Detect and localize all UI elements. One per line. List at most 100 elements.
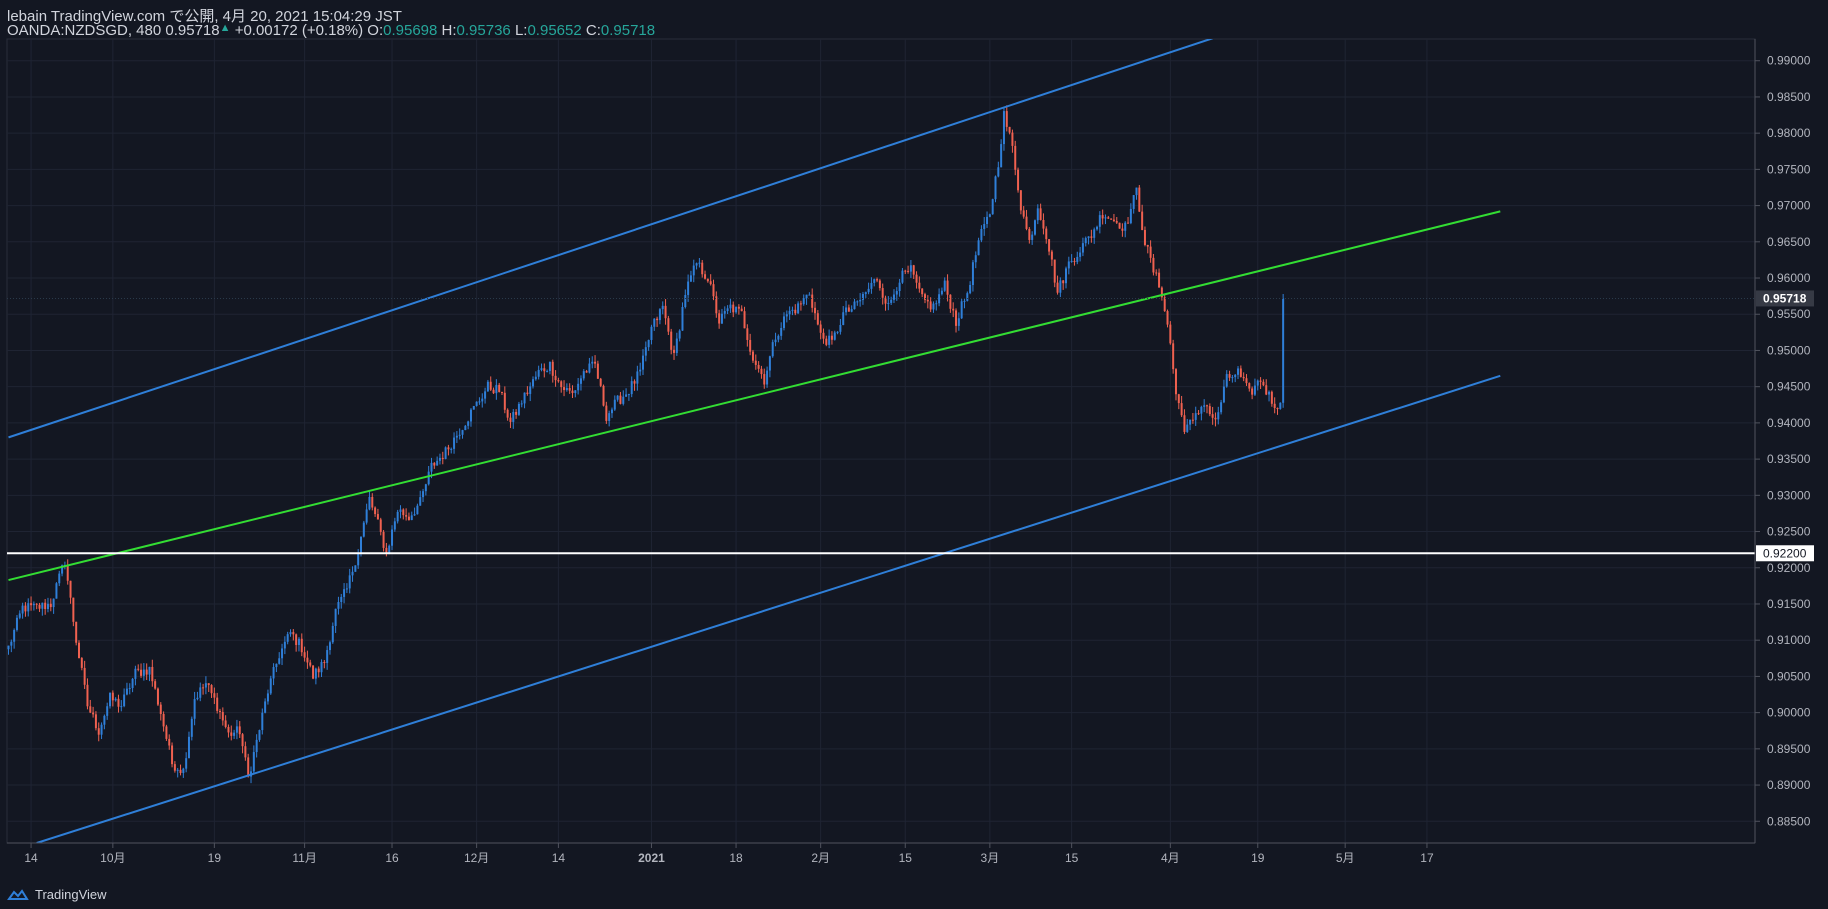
candle-body <box>182 768 185 774</box>
candle-body <box>1174 369 1177 395</box>
candle-body <box>1270 391 1273 404</box>
candle-body <box>1033 220 1036 235</box>
candle-body <box>187 736 190 759</box>
x-tick-label: 10月 <box>100 851 125 865</box>
candle-body <box>969 284 972 294</box>
candle-body <box>151 666 154 682</box>
candle-body <box>176 769 179 771</box>
candle-body <box>689 275 692 282</box>
candle-body <box>777 335 780 340</box>
candle-body <box>932 303 935 310</box>
price-chart[interactable]: 0.99000 0.98500 0.98000 0.97500 0.97000 0.965… <box>0 0 1828 909</box>
candle-body <box>244 746 247 758</box>
candle-body <box>579 378 582 384</box>
candle-body <box>599 378 602 386</box>
candle-body <box>255 739 258 753</box>
tradingview-logo-icon <box>7 888 29 900</box>
drawing-lines[interactable] <box>7 38 1755 843</box>
candle-body <box>117 698 120 707</box>
candle-body <box>354 565 357 572</box>
candle-body <box>427 471 430 485</box>
candle-body <box>720 313 723 324</box>
candle-body <box>1050 251 1053 260</box>
candle-body <box>168 738 171 746</box>
candle-body <box>1112 219 1115 221</box>
candle-body <box>828 335 831 345</box>
candle-body <box>890 299 893 303</box>
candle-body <box>399 509 402 512</box>
y-tick-label: 0.91000 <box>1767 633 1811 647</box>
candle-body <box>1110 218 1113 220</box>
candle-body <box>424 484 427 492</box>
candle-body <box>881 288 884 298</box>
candle-body <box>30 603 33 606</box>
candle-body <box>1172 343 1175 370</box>
candle-body <box>642 355 644 370</box>
plot-frame <box>6 38 1756 844</box>
candle-body <box>312 665 315 679</box>
candle-body <box>523 392 526 404</box>
candle-body <box>847 307 850 312</box>
candle-body <box>915 274 918 283</box>
candle-body <box>878 280 881 289</box>
candle-body <box>633 381 636 384</box>
candle-body <box>977 240 980 256</box>
candle-body <box>924 294 926 300</box>
x-tick-label: 3月 <box>981 851 1000 865</box>
candle-body <box>145 669 148 675</box>
candle-body <box>1107 217 1110 219</box>
candle-body <box>210 685 213 694</box>
candle-body <box>455 435 458 438</box>
candle-body <box>75 621 78 643</box>
candle-body <box>526 392 529 394</box>
candle-body <box>1076 256 1079 262</box>
candle-body <box>44 602 47 609</box>
candle-body <box>391 529 394 546</box>
candle-body <box>876 279 879 281</box>
candle-body <box>1098 215 1101 227</box>
candle-body <box>422 491 425 498</box>
candle-body <box>317 668 320 673</box>
candle-body <box>379 519 382 532</box>
candle-body <box>1220 402 1223 413</box>
lower-channel-trendline <box>36 374 1501 843</box>
x-tick-label: 19 <box>1251 851 1265 865</box>
candle-body <box>729 304 732 309</box>
candle-body <box>909 265 912 272</box>
candle-body <box>1135 187 1138 196</box>
candle-body <box>938 294 941 304</box>
candle-body <box>444 447 447 459</box>
candle-body <box>760 368 763 375</box>
candle-body <box>647 339 650 348</box>
candle-body <box>613 399 616 410</box>
candle-body <box>230 732 233 736</box>
candle-body <box>1248 383 1251 389</box>
candle-body <box>7 645 10 650</box>
candle-body <box>252 752 255 772</box>
candle-body <box>785 314 788 317</box>
candle-body <box>24 605 27 612</box>
candle-body <box>743 311 746 329</box>
candle-body <box>89 706 92 713</box>
candle-body <box>912 265 915 275</box>
candle-body <box>21 605 24 614</box>
y-tick-label: 0.90000 <box>1767 706 1811 720</box>
candle-body <box>963 300 966 302</box>
candle-body <box>10 641 13 646</box>
candle-body <box>1268 391 1271 395</box>
candle-body <box>568 387 571 391</box>
candle-body <box>450 448 453 450</box>
x-tick-label: 5月 <box>1336 851 1355 865</box>
candle-body <box>1053 259 1056 283</box>
candle-body <box>1149 246 1152 258</box>
candle-body <box>348 575 351 589</box>
candle-body <box>986 216 989 224</box>
candle-body <box>548 361 551 371</box>
candle-body <box>382 531 385 548</box>
candle-body <box>921 288 924 295</box>
candle-body <box>802 298 805 305</box>
candle-body <box>709 281 712 285</box>
candle-body <box>850 309 853 312</box>
candle-body <box>1132 195 1135 209</box>
candle-body <box>735 306 738 313</box>
